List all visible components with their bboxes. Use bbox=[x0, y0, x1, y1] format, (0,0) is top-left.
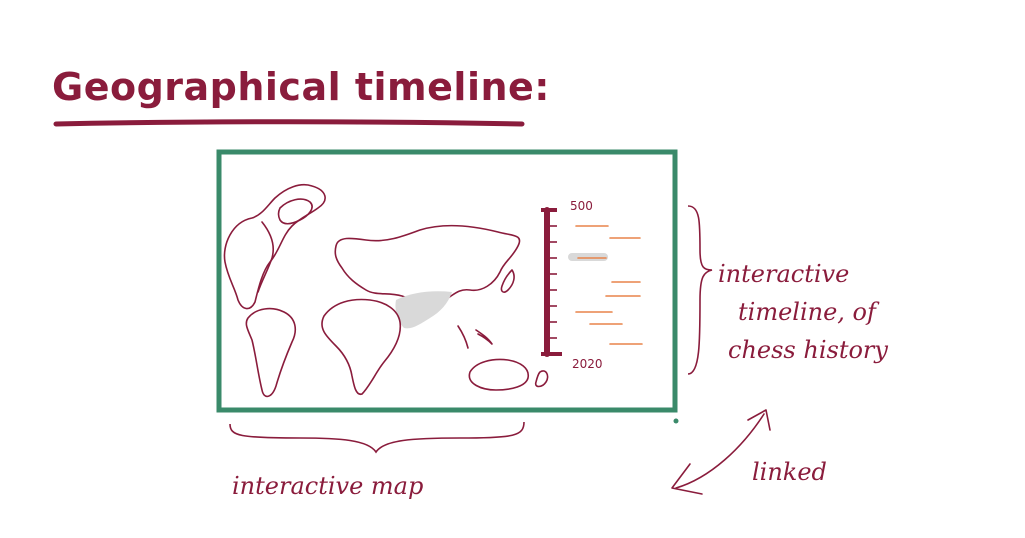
timeline-note-line1: interactive bbox=[718, 260, 849, 288]
timeline[interactable]: 500 2020 bbox=[541, 199, 643, 371]
continent-australia[interactable] bbox=[468, 358, 530, 391]
world-map[interactable] bbox=[223, 183, 549, 398]
continent-new-zealand[interactable] bbox=[534, 370, 549, 388]
timeline-note-line2: timeline, of bbox=[738, 298, 880, 326]
timeline-events[interactable] bbox=[575, 225, 643, 345]
continent-africa[interactable] bbox=[321, 298, 402, 396]
continent-eurasia[interactable] bbox=[334, 224, 521, 305]
map-note: interactive map bbox=[232, 472, 423, 500]
title-underline bbox=[53, 119, 525, 127]
india-highlight[interactable] bbox=[395, 291, 452, 329]
timeline-end-label: 2020 bbox=[572, 357, 603, 371]
continent-indonesia[interactable] bbox=[457, 325, 493, 349]
timeline-start-label: 500 bbox=[570, 199, 593, 213]
map-frame bbox=[216, 149, 678, 413]
continent-south-america[interactable] bbox=[245, 307, 297, 398]
timeline-selected-event[interactable] bbox=[568, 253, 608, 261]
page-title: Geographical timeline: bbox=[52, 65, 550, 109]
continent-north-america[interactable] bbox=[223, 183, 326, 310]
map-brace bbox=[229, 421, 525, 454]
sketch-canvas: Geographical timeline: 500 2020 interact… bbox=[52, 65, 888, 500]
timeline-note-line3: chess history bbox=[728, 336, 888, 364]
continent-japan[interactable] bbox=[500, 269, 515, 293]
timeline-brace bbox=[687, 205, 713, 375]
link-note: linked bbox=[752, 458, 827, 486]
frame-dot bbox=[673, 418, 679, 424]
continent-greenland[interactable] bbox=[277, 198, 313, 225]
